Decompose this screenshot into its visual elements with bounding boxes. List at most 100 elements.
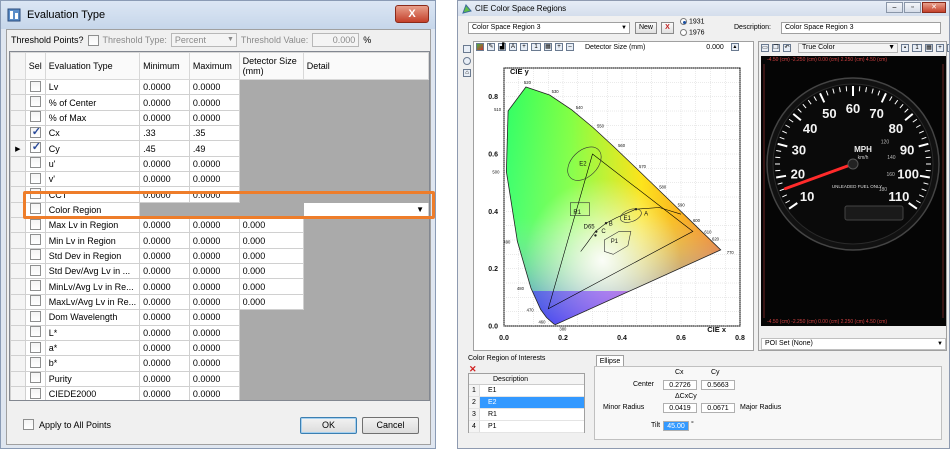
minimum-cell[interactable]: 0.0000 (139, 171, 190, 188)
list-item[interactable]: 1 E1 (469, 385, 584, 397)
row-checkbox[interactable] (29, 142, 41, 154)
sel-cell[interactable] (24, 171, 46, 188)
maximum-cell[interactable]: 0.0000 (188, 324, 240, 341)
table-row[interactable]: MinLv/Avg Lv in Re... 0.0000 0.0000 0.000 (10, 278, 429, 295)
table-row[interactable]: Purity 0.0000 0.0000 (10, 370, 429, 387)
detector-size-cell[interactable]: 0.000 (238, 232, 304, 249)
sel-cell[interactable] (24, 385, 46, 400)
minimum-cell[interactable]: 0.0000 (139, 94, 190, 111)
ellipse-tool-icon[interactable] (463, 57, 471, 65)
zoom-out-icon[interactable]: – (566, 43, 574, 51)
sel-cell[interactable] (24, 263, 46, 280)
row-checkbox[interactable] (29, 172, 41, 184)
table-row[interactable]: Max Lv in Region 0.0000 0.0000 0.000 (10, 217, 429, 234)
minimum-cell[interactable]: 0.0000 (139, 293, 190, 311)
minor-radius-field[interactable]: 0.0419 (663, 403, 697, 413)
cie-chromaticity-chart[interactable]: 0.0 0.2 0.4 0.6 0.8 0.0 0.2 0.4 0.6 0.8 CIE y CIE x… (474, 56, 753, 348)
detector-size-cell[interactable]: 0.000 (238, 293, 304, 311)
polygon-tool-icon[interactable]: ⌂ (463, 69, 471, 77)
sel-cell[interactable] (24, 155, 46, 173)
list-item[interactable]: 2 E2 (469, 397, 584, 409)
row-checkbox[interactable] (29, 341, 41, 353)
row-checkbox[interactable] (29, 80, 41, 92)
row-checkbox[interactable] (29, 96, 41, 108)
apply-all-checkbox[interactable] (23, 419, 34, 430)
row-header[interactable] (10, 171, 26, 188)
std-1976-radio[interactable]: 1976 (680, 29, 705, 38)
maximum-cell[interactable]: 0.0000 (188, 339, 240, 357)
row-header[interactable] (10, 78, 26, 96)
row-checkbox[interactable] (29, 387, 41, 399)
rectangle-tool-icon[interactable] (463, 45, 471, 53)
minimize-icon[interactable]: – (886, 2, 903, 13)
center-cx-field[interactable]: 0.2726 (663, 380, 697, 390)
table-row[interactable]: Lv 0.0000 0.0000 (10, 78, 429, 96)
sel-cell[interactable] (24, 140, 46, 157)
minimum-cell[interactable]: .33 (139, 125, 190, 142)
undo-icon[interactable]: ↶ (783, 44, 791, 52)
row-header[interactable] (10, 278, 26, 295)
view-mode-select[interactable]: True Color ▼ (798, 43, 898, 53)
row-header[interactable] (10, 355, 26, 372)
crosshair-icon[interactable]: + (520, 43, 528, 51)
actual-size-icon[interactable]: 1 (531, 43, 541, 51)
color-picker-icon[interactable] (476, 43, 484, 51)
sel-cell[interactable] (24, 278, 46, 295)
table-row[interactable]: Std Dev in Region 0.0000 0.0000 0.000 (10, 247, 429, 265)
maximum-cell[interactable]: 0.0000 (188, 385, 240, 400)
major-radius-field[interactable]: 0.0671 (701, 403, 735, 413)
detector-size-cell[interactable]: 0.000 (238, 247, 304, 265)
row-checkbox[interactable] (29, 356, 41, 368)
sel-cell[interactable] (24, 94, 46, 111)
center-cy-field[interactable]: 0.5663 (701, 380, 735, 390)
minimum-cell[interactable]: 0.0000 (139, 339, 190, 357)
table-row[interactable]: % of Max 0.0000 0.0000 (10, 109, 429, 127)
minimum-cell[interactable]: 0.0000 (139, 78, 190, 96)
table-row[interactable]: u' 0.0000 0.0000 (10, 155, 429, 173)
apply-all-points[interactable]: Apply to All Points (23, 419, 111, 430)
table-row[interactable]: CIEDE2000 0.0000 0.0000 (10, 385, 429, 400)
delete-region-button[interactable]: X (661, 22, 674, 34)
table-row[interactable]: L* 0.0000 0.0000 (10, 324, 429, 341)
settings-icon[interactable]: ▪ (901, 44, 909, 52)
row-header[interactable] (10, 217, 26, 234)
maximum-cell[interactable]: 0.0000 (188, 94, 240, 111)
row-checkbox[interactable] (29, 310, 41, 322)
minimum-cell[interactable]: 0.0000 (139, 155, 190, 173)
minimum-cell[interactable]: 0.0000 (139, 309, 190, 326)
maximum-cell[interactable]: .49 (188, 140, 240, 157)
row-checkbox[interactable] (29, 264, 41, 276)
radio-1931-icon[interactable] (680, 18, 687, 25)
fit-icon[interactable]: ▦ (925, 44, 933, 52)
table-row[interactable]: Min Lv in Region 0.0000 0.0000 0.000 (10, 232, 429, 249)
zoom-in-icon[interactable]: + (555, 43, 563, 51)
maximum-cell[interactable]: 0.0000 (188, 171, 240, 188)
minimum-cell[interactable]: 0.0000 (139, 324, 190, 341)
table-row[interactable]: MaxLv/Avg Lv in Re... 0.0000 0.0000 0.000 (10, 293, 429, 311)
maximum-cell[interactable]: 0.0000 (188, 293, 240, 311)
row-checkbox[interactable] (29, 326, 41, 338)
minimum-cell[interactable]: 0.0000 (139, 385, 190, 400)
maximum-cell[interactable]: 0.0000 (188, 263, 240, 280)
minimum-cell[interactable]: 0.0000 (139, 278, 190, 295)
table-row[interactable]: Dom Wavelength 0.0000 0.0000 (10, 309, 429, 326)
maximum-cell[interactable]: 0.0000 (188, 232, 240, 249)
region-select[interactable]: Color Space Region 3 ▼ (468, 22, 630, 34)
radio-1976-icon[interactable] (680, 29, 687, 36)
sel-cell[interactable] (24, 309, 46, 326)
minimum-cell[interactable]: 0.0000 (139, 247, 190, 265)
minimum-cell[interactable]: 0.0000 (139, 109, 190, 127)
maximum-cell[interactable]: 0.0000 (188, 278, 240, 295)
tilt-field[interactable]: 45.00 (663, 421, 689, 431)
row-header[interactable] (10, 263, 26, 280)
sel-cell[interactable] (24, 324, 46, 341)
text-tool-icon[interactable]: A (509, 43, 517, 51)
detector-size-cell[interactable]: 0.000 (238, 263, 304, 280)
row-header[interactable] (10, 155, 26, 173)
sel-cell[interactable] (24, 339, 46, 357)
new-button[interactable]: New (635, 22, 657, 34)
sel-cell[interactable] (24, 370, 46, 387)
row-header[interactable] (10, 109, 26, 127)
maximum-cell[interactable]: 0.0000 (188, 355, 240, 372)
pen-icon[interactable]: ✎ (487, 43, 495, 51)
